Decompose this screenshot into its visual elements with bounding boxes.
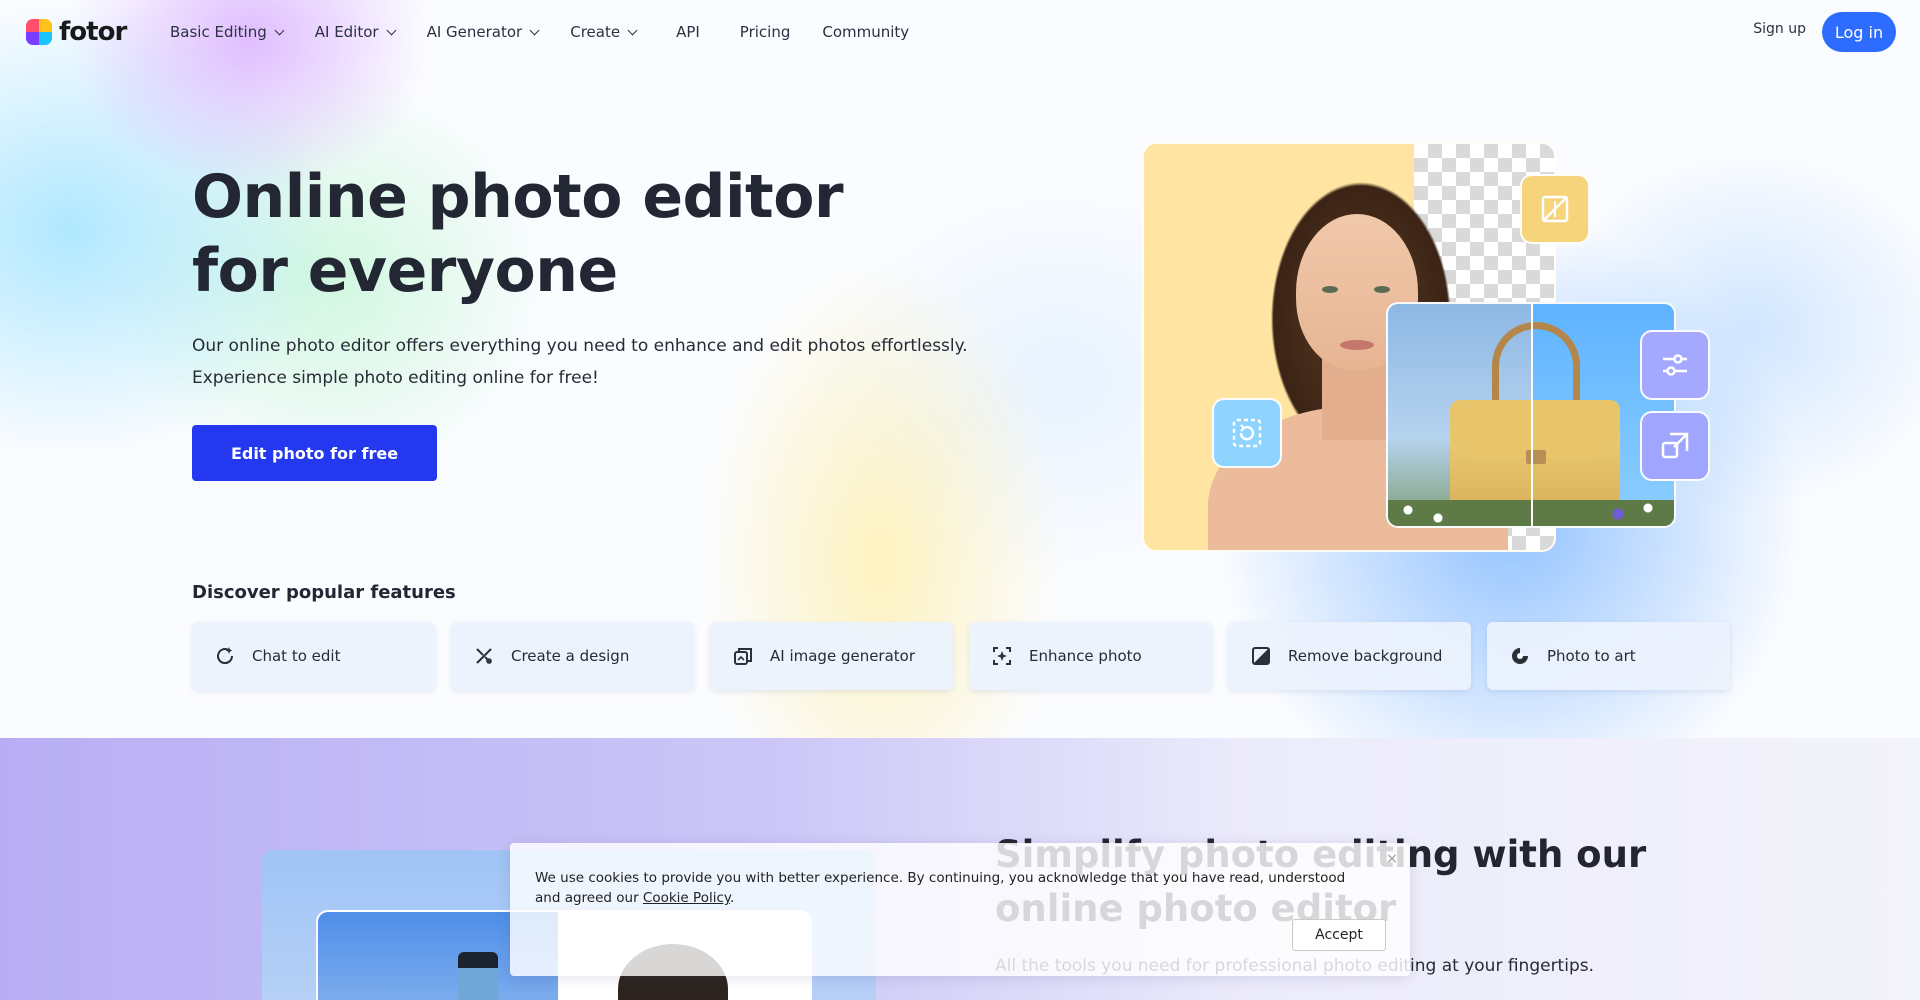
- feature-ai-image-generator[interactable]: AI image generator: [710, 622, 953, 690]
- handbag-image: [1386, 302, 1676, 528]
- feature-label: AI image generator: [770, 647, 916, 665]
- nav-label: Create: [570, 23, 621, 41]
- nav-community[interactable]: Community: [822, 23, 909, 41]
- enhance-icon: [991, 645, 1013, 667]
- expand-icon: [1661, 432, 1689, 459]
- nav-basic-editing[interactable]: Basic Editing: [170, 23, 285, 41]
- bag-clasp: [1526, 450, 1546, 464]
- eye-shape: [1374, 286, 1390, 293]
- rotate-icon: [1232, 418, 1262, 448]
- rotate-tile: [1212, 398, 1282, 468]
- login-button[interactable]: Log in: [1822, 12, 1896, 52]
- top-nav: fotor Basic Editing AI Editor AI Generat…: [0, 0, 1920, 64]
- signup-link[interactable]: Sign up: [1753, 21, 1806, 37]
- remove-bg-icon: [1541, 195, 1569, 223]
- nav-ai-generator[interactable]: AI Generator: [426, 23, 540, 41]
- sliders-icon: [1663, 354, 1687, 376]
- fotor-logo-icon: [26, 19, 52, 45]
- feature-chat-to-edit[interactable]: Chat to edit: [192, 622, 435, 690]
- cookie-banner: We use cookies to provide you with bette…: [510, 843, 1410, 976]
- chevron-down-icon: [529, 25, 540, 35]
- nav-pricing[interactable]: Pricing: [740, 23, 791, 41]
- hero-description: Our online photo editor offers everythin…: [192, 336, 968, 388]
- feature-label: Remove background: [1288, 647, 1443, 665]
- close-icon[interactable]: ×: [1384, 851, 1400, 867]
- nav-ai-editor[interactable]: AI Editor: [314, 23, 397, 41]
- feature-label: Photo to art: [1547, 647, 1636, 665]
- chevron-down-icon: [274, 25, 285, 35]
- features-title: Discover popular features: [192, 582, 456, 603]
- accept-cookies-button[interactable]: Accept: [1292, 919, 1386, 951]
- brand-name: fotor: [59, 17, 127, 47]
- nav-links: Basic Editing AI Editor AI Generator Cre…: [170, 0, 941, 64]
- cookie-text-end: .: [729, 890, 735, 906]
- nav-label: Community: [822, 23, 910, 41]
- adjust-tile: [1640, 330, 1710, 400]
- features-row: Chat to edit Create a design AI image ge…: [192, 622, 1730, 690]
- remove-bg-icon: [1250, 645, 1272, 667]
- chevron-down-icon: [386, 25, 397, 35]
- nav-label: AI Generator: [426, 23, 523, 41]
- hero-section: fotor Basic Editing AI Editor AI Generat…: [0, 0, 1920, 738]
- feature-enhance-photo[interactable]: Enhance photo: [969, 622, 1212, 690]
- feature-remove-background[interactable]: Remove background: [1228, 622, 1471, 690]
- nav-create[interactable]: Create: [570, 23, 638, 41]
- bottle-image: [458, 952, 498, 1000]
- remove-bg-tile: [1520, 174, 1590, 244]
- nav-api[interactable]: API: [676, 23, 700, 41]
- design-tools-icon: [473, 645, 495, 667]
- hero-collage: [1140, 118, 1720, 552]
- cookie-policy-link[interactable]: Cookie Policy: [643, 890, 730, 906]
- nav-label: Pricing: [739, 23, 791, 41]
- feature-label: Chat to edit: [252, 647, 341, 665]
- nav-label: API: [676, 23, 700, 41]
- feature-photo-to-art[interactable]: Photo to art: [1487, 622, 1730, 690]
- eye-shape: [1322, 286, 1338, 293]
- feature-create-design[interactable]: Create a design: [451, 622, 694, 690]
- fotor-logo[interactable]: fotor: [26, 17, 127, 47]
- chat-edit-icon: [214, 645, 236, 667]
- expand-tile: [1640, 411, 1710, 481]
- feature-label: Create a design: [511, 647, 630, 665]
- hero-title: Online photo editor for everyone: [192, 162, 844, 306]
- chevron-down-icon: [627, 25, 638, 35]
- nav-label: AI Editor: [314, 23, 379, 41]
- nav-label: Basic Editing: [170, 23, 267, 41]
- lips-shape: [1340, 340, 1374, 350]
- cookie-message: We use cookies to provide you with bette…: [535, 868, 1365, 908]
- feature-label: Enhance photo: [1029, 647, 1142, 665]
- photo-art-icon: [1509, 645, 1531, 667]
- compare-divider: [1531, 304, 1533, 526]
- edit-photo-button[interactable]: Edit photo for free: [192, 425, 437, 481]
- ai-image-icon: [732, 645, 754, 667]
